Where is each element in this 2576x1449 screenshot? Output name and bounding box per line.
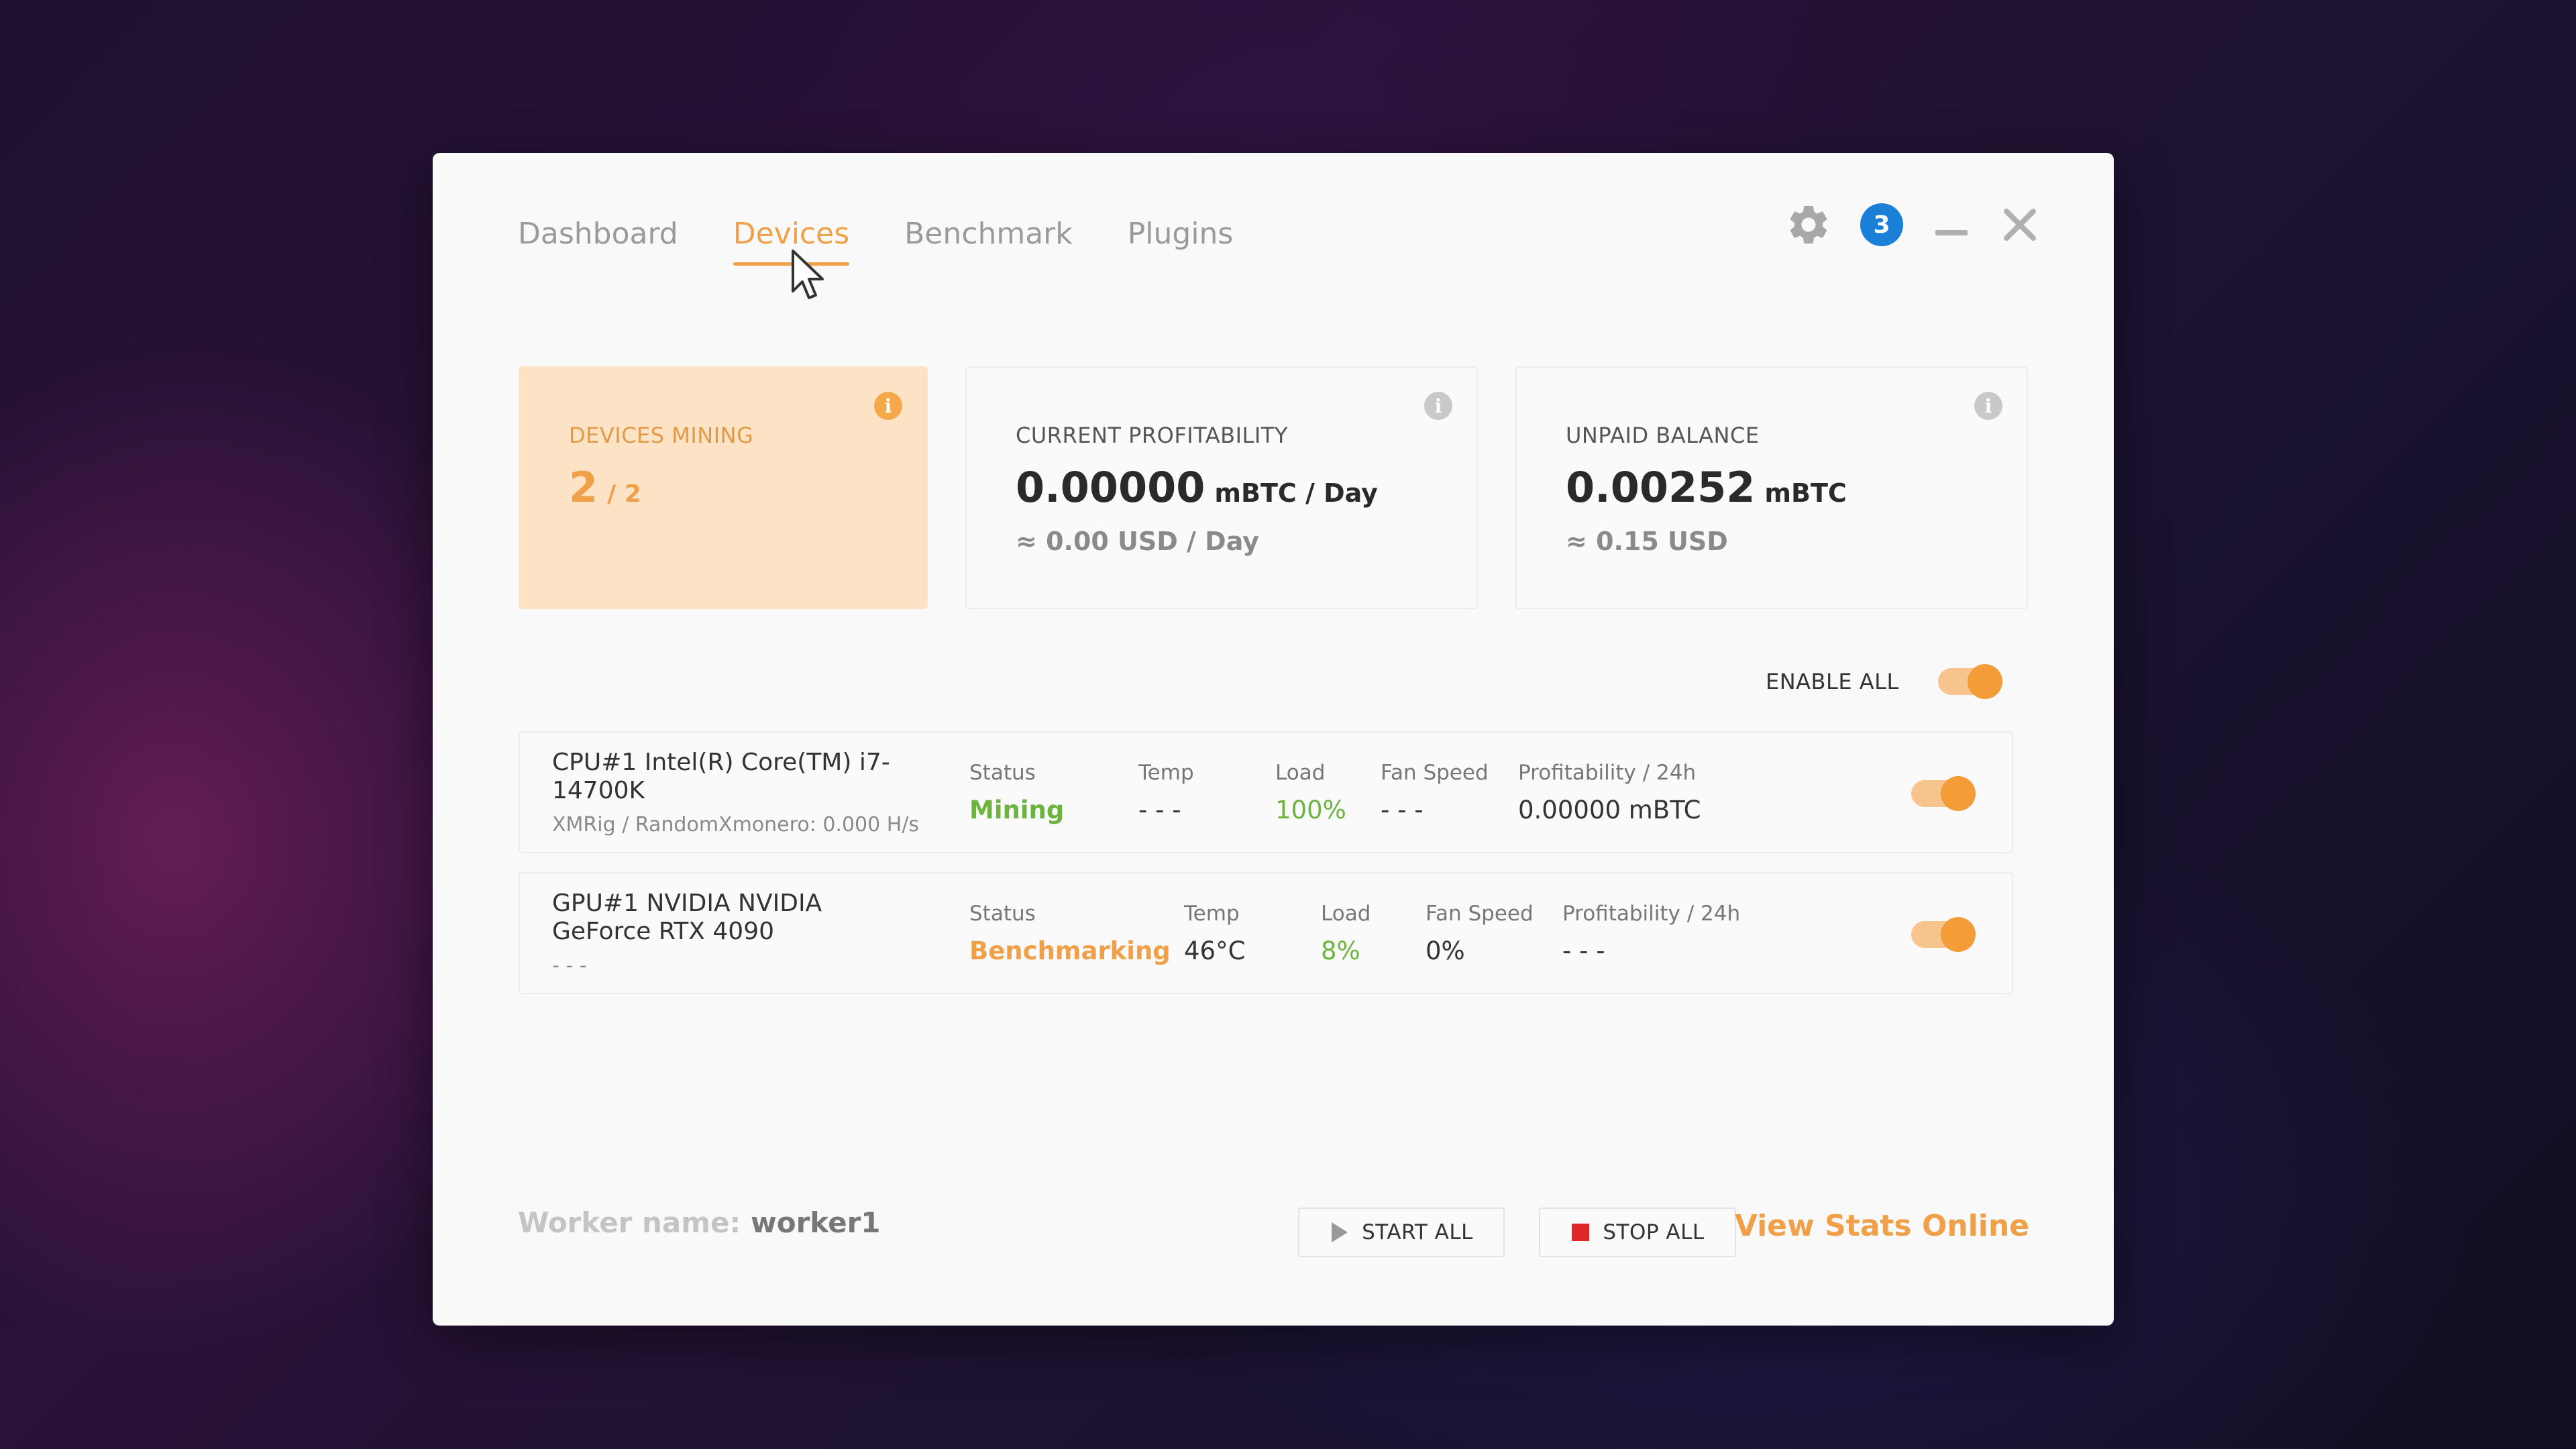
temp-value: - - - xyxy=(1138,796,1181,824)
start-all-button[interactable]: START ALL xyxy=(1298,1208,1505,1257)
info-icon[interactable]: i xyxy=(1424,392,1452,420)
devices-mining-card: i DEVICES MINING 2 / 2 xyxy=(519,366,928,609)
profitability-value: - - - xyxy=(1562,936,1605,965)
load-value: 100% xyxy=(1275,796,1346,824)
mouse-cursor-icon xyxy=(792,250,824,299)
profitability-value: 0.00000 mBTC xyxy=(1518,796,1701,824)
settings-button[interactable] xyxy=(1785,201,1832,248)
temp-value: 46°C xyxy=(1184,936,1246,965)
enable-all-toggle[interactable] xyxy=(1937,664,2002,699)
devices-mining-total: / 2 xyxy=(607,480,641,508)
app-window: Dashboard Devices Benchmark Plugins 3 i … xyxy=(433,153,2114,1326)
summary-cards: i DEVICES MINING 2 / 2 i CURRENT PROFITA… xyxy=(519,366,2028,609)
tab-dashboard[interactable]: Dashboard xyxy=(518,217,678,266)
view-stats-online-link[interactable]: View Stats Online xyxy=(1735,1209,2029,1243)
load-value: 8% xyxy=(1321,936,1360,965)
load-column: Load 100% xyxy=(1275,761,1346,824)
device-row-cpu: CPU#1 Intel(R) Core(TM) i7-14700K XMRig … xyxy=(519,731,2013,853)
enable-all-row: ENABLE ALL xyxy=(1766,664,2002,699)
device-row-gpu: GPU#1 NVIDIA NVIDIA GeForce RTX 4090 - -… xyxy=(519,872,2013,994)
minimize-button[interactable] xyxy=(1931,205,1972,245)
status-column: Status Benchmarking xyxy=(969,902,1171,965)
status-value: Benchmarking xyxy=(969,936,1171,965)
device-toggle-cpu[interactable] xyxy=(1911,776,1976,811)
current-profitability-value: 0.00000 xyxy=(1016,463,1205,512)
device-algorithm: - - - xyxy=(552,954,587,977)
info-icon[interactable]: i xyxy=(874,392,902,420)
tab-benchmark[interactable]: Benchmark xyxy=(904,217,1073,266)
close-icon xyxy=(2004,209,2036,241)
fan-speed-value: - - - xyxy=(1381,796,1424,824)
close-button[interactable] xyxy=(2000,205,2040,245)
temp-column: Temp 46°C xyxy=(1184,902,1246,965)
devices-mining-value: 2 xyxy=(569,463,598,512)
start-all-label: START ALL xyxy=(1362,1220,1473,1244)
minimize-icon xyxy=(1935,230,1968,235)
device-name: GPU#1 NVIDIA NVIDIA GeForce RTX 4090 xyxy=(552,890,822,945)
devices-mining-label: DEVICES MINING xyxy=(569,423,754,448)
main-tabs: Dashboard Devices Benchmark Plugins xyxy=(518,217,1233,266)
toggle-knob xyxy=(1941,917,1976,952)
worker-name-value: worker1 xyxy=(750,1206,881,1239)
unpaid-balance-label: UNPAID BALANCE xyxy=(1566,423,1760,448)
status-value: Mining xyxy=(969,796,1065,824)
worker-name-label: Worker name: xyxy=(518,1206,741,1239)
play-icon xyxy=(1332,1222,1348,1242)
fan-speed-column: Fan Speed - - - xyxy=(1381,761,1489,824)
stop-all-button[interactable]: STOP ALL xyxy=(1539,1208,1736,1257)
unpaid-balance-value: 0.00252 xyxy=(1566,463,1756,512)
notification-badge[interactable]: 3 xyxy=(1860,203,1903,246)
window-controls: 3 xyxy=(1785,201,2040,248)
worker-name: Worker name: worker1 xyxy=(518,1206,881,1239)
load-column: Load 8% xyxy=(1321,902,1371,965)
current-profitability-card: i CURRENT PROFITABILITY 0.00000 mBTC / D… xyxy=(965,366,1478,609)
stop-all-label: STOP ALL xyxy=(1603,1220,1705,1244)
stop-icon xyxy=(1572,1224,1590,1241)
profitability-column: Profitability / 24h 0.00000 mBTC xyxy=(1518,761,1701,824)
enable-all-label: ENABLE ALL xyxy=(1766,669,1899,694)
toggle-knob xyxy=(1967,664,2002,699)
gear-icon xyxy=(1790,205,1827,244)
current-profitability-unit: mBTC / Day xyxy=(1214,478,1378,508)
profitability-column: Profitability / 24h - - - xyxy=(1562,902,1741,965)
unpaid-balance-unit: mBTC xyxy=(1764,478,1847,508)
fan-speed-value: 0% xyxy=(1426,936,1465,965)
temp-column: Temp - - - xyxy=(1138,761,1194,824)
tab-plugins[interactable]: Plugins xyxy=(1128,217,1234,266)
device-toggle-gpu[interactable] xyxy=(1911,917,1976,952)
toggle-knob xyxy=(1941,776,1976,811)
unpaid-balance-card: i UNPAID BALANCE 0.00252 mBTC ≈ 0.15 USD xyxy=(1515,366,2028,609)
info-icon[interactable]: i xyxy=(1974,392,2002,420)
device-name: CPU#1 Intel(R) Core(TM) i7-14700K xyxy=(552,749,890,804)
current-profitability-label: CURRENT PROFITABILITY xyxy=(1016,423,1288,448)
unpaid-balance-usd: ≈ 0.15 USD xyxy=(1566,527,1728,556)
device-algorithm: XMRig / RandomXmonero: 0.000 H/s xyxy=(552,813,920,837)
current-profitability-usd: ≈ 0.00 USD / Day xyxy=(1016,527,1259,556)
status-column: Status Mining xyxy=(969,761,1065,824)
fan-speed-column: Fan Speed 0% xyxy=(1426,902,1534,965)
